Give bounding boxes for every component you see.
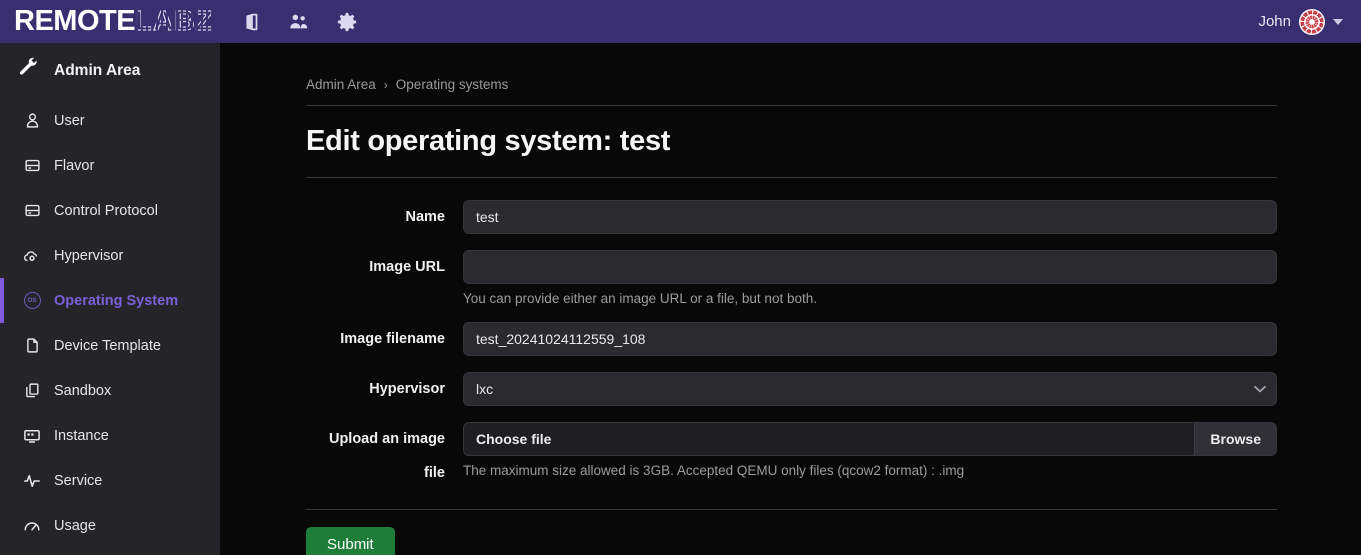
sidebar-item-label: User [54, 112, 85, 129]
gauge-icon [23, 517, 41, 535]
server-icon [23, 202, 41, 220]
breadcrumb-divider [306, 105, 1277, 106]
form-row-image-filename: Image filename [306, 322, 1277, 356]
name-input[interactable] [463, 200, 1277, 234]
logo-text-secondary: LABZ [133, 4, 216, 37]
image-url-help-text: You can provide either an image URL or a… [463, 291, 817, 306]
users-icon[interactable] [288, 11, 310, 33]
breadcrumb-separator-icon: › [383, 77, 388, 92]
wrench-icon [18, 57, 40, 84]
topbar-icon-group [240, 11, 358, 33]
gear-icon[interactable] [336, 11, 358, 33]
breadcrumb-item-admin-area[interactable]: Admin Area [306, 77, 376, 92]
form-row-hypervisor: Hypervisor lxc [306, 372, 1277, 406]
user-menu[interactable]: John [1258, 8, 1343, 35]
form-row-upload: Upload an image file Choose file Browse … [306, 422, 1277, 490]
main-content: Admin Area › Operating systems Edit oper… [220, 43, 1361, 555]
submit-button[interactable]: Submit [306, 527, 395, 555]
edit-operating-system-form: Name Image URL You can provide either an… [306, 177, 1277, 555]
sidebar-item-label: Usage [54, 517, 96, 534]
form-footer: Submit [306, 509, 1277, 555]
sidebar-item-operating-system[interactable]: OS Operating System [0, 278, 220, 323]
user-icon [23, 112, 41, 130]
image-url-input[interactable] [463, 250, 1277, 284]
content-container: Admin Area › Operating systems Edit oper… [306, 43, 1277, 555]
sidebar-item-service[interactable]: Service [0, 458, 220, 503]
monitor-icon [23, 427, 41, 445]
hypervisor-select[interactable]: lxc [463, 372, 1277, 406]
form-row-image-url: Image URL You can provide either an imag… [306, 250, 1277, 306]
sidebar-item-device-template[interactable]: Device Template [0, 323, 220, 368]
file-upload-control[interactable]: Choose file Browse [463, 422, 1277, 456]
sidebar-item-control-protocol[interactable]: Control Protocol [0, 188, 220, 233]
os-circle-icon: OS [23, 292, 41, 310]
sidebar-item-instance[interactable]: Instance [0, 413, 220, 458]
sidebar-item-label: Device Template [54, 337, 161, 354]
image-filename-label: Image filename [340, 331, 445, 347]
chevron-down-icon [1333, 18, 1343, 25]
upload-label: Upload an image file [328, 431, 445, 481]
door-icon[interactable] [240, 11, 262, 33]
sidebar: Admin Area User Flavor Control Protocol [0, 43, 220, 555]
logo-text-primary: REMOTE [14, 5, 136, 37]
cloud-cog-icon [23, 247, 41, 265]
hypervisor-label: Hypervisor [369, 381, 445, 397]
sidebar-item-label: Service [54, 472, 103, 489]
activity-icon [23, 472, 41, 490]
sidebar-item-user[interactable]: User [0, 98, 220, 143]
form-row-name: Name [306, 200, 1277, 234]
sidebar-item-usage[interactable]: Usage [0, 503, 220, 548]
breadcrumb: Admin Area › Operating systems [306, 43, 1277, 92]
sidebar-item-hypervisor[interactable]: Hypervisor [0, 233, 220, 278]
avatar [1299, 8, 1325, 35]
breadcrumb-item-operating-systems: Operating systems [395, 77, 509, 92]
sidebar-item-label: Flavor [54, 157, 95, 174]
sidebar-item-sandbox[interactable]: Sandbox [0, 368, 220, 413]
top-navigation-bar: REMOTE LABZ John [0, 0, 1361, 43]
name-label: Name [405, 209, 446, 225]
sidebar-item-label: Sandbox [54, 382, 112, 399]
page-title: Edit operating system: test [306, 125, 671, 157]
sidebar-item-flavor[interactable]: Flavor [0, 143, 220, 188]
sidebar-item-label: Control Protocol [54, 202, 158, 219]
sidebar-header-admin-area[interactable]: Admin Area [0, 43, 220, 98]
sidebar-header-label: Admin Area [54, 61, 141, 79]
image-filename-input[interactable] [463, 322, 1277, 356]
file-icon [23, 337, 41, 355]
sidebar-item-label: Instance [54, 427, 109, 444]
image-url-label: Image URL [369, 259, 445, 275]
choose-file-label[interactable]: Choose file [464, 423, 1194, 455]
browse-button[interactable]: Browse [1194, 423, 1276, 455]
sidebar-item-label: Hypervisor [54, 247, 124, 264]
user-name-label: John [1258, 13, 1291, 30]
app-logo[interactable]: REMOTE LABZ [14, 4, 216, 38]
copy-icon [23, 382, 41, 400]
upload-help-text: The maximum size allowed is 3GB. Accepte… [463, 463, 965, 478]
server-icon [23, 157, 41, 175]
sidebar-item-label: Operating System [54, 292, 179, 309]
